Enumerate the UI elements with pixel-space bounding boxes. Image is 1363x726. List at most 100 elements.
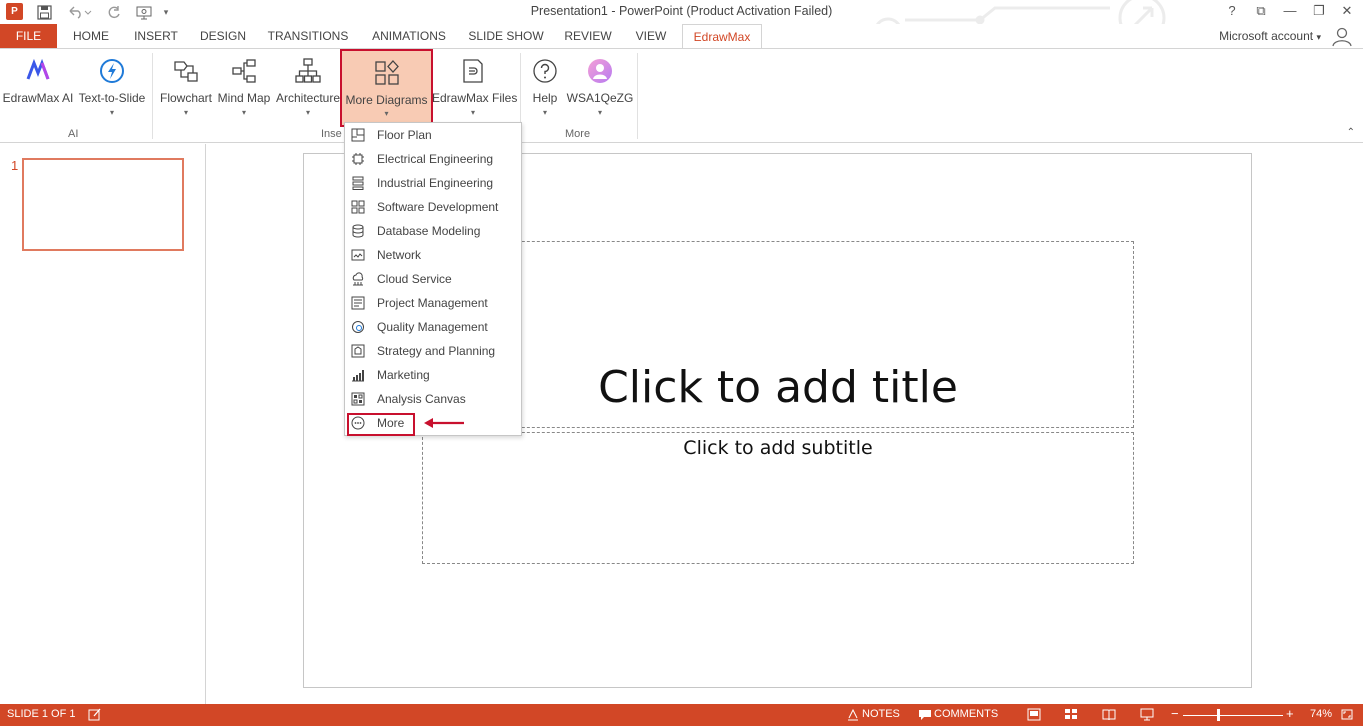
- minimize-button[interactable]: —: [1279, 2, 1301, 20]
- tab-transitions[interactable]: TRANSITIONS: [262, 24, 354, 48]
- text-to-slide-button[interactable]: Text-to-Slide ▾: [76, 53, 148, 123]
- tab-home[interactable]: HOME: [64, 24, 118, 48]
- tab-view[interactable]: VIEW: [627, 24, 675, 48]
- account-label: Microsoft account: [1219, 29, 1314, 43]
- avatar[interactable]: [1331, 27, 1353, 47]
- tab-edrawmax[interactable]: EdrawMax: [682, 24, 762, 49]
- maximize-button[interactable]: ❐: [1308, 2, 1330, 20]
- tab-animations[interactable]: ANIMATIONS: [363, 24, 455, 48]
- menu-item-software-development[interactable]: Software Development: [345, 195, 521, 219]
- edrawmax-ai-icon: [26, 58, 50, 80]
- lightning-icon: [100, 59, 124, 83]
- edrawmax-files-button[interactable]: EdrawMax Files ▾: [432, 53, 518, 123]
- collapse-ribbon-icon[interactable]: ⌃: [1347, 127, 1355, 138]
- slide-sorter-icon[interactable]: [1064, 708, 1078, 721]
- subtitle-placeholder-text: Click to add subtitle: [683, 437, 873, 459]
- zoom-level[interactable]: 74%: [1310, 708, 1332, 720]
- group-label-more: More: [565, 128, 591, 140]
- menu-item-label: Software Development: [377, 200, 499, 214]
- reading-view-icon[interactable]: [1102, 708, 1116, 721]
- slide-thumbnails-pane: 1: [0, 144, 206, 704]
- network-icon: [351, 249, 365, 261]
- tab-design[interactable]: DESIGN: [193, 24, 253, 48]
- group-divider: [152, 53, 153, 139]
- architecture-icon: [295, 58, 321, 83]
- flowchart-button[interactable]: Flowchart ▾: [157, 53, 215, 123]
- menu-item-label: Electrical Engineering: [377, 152, 494, 166]
- title-placeholder[interactable]: Click to add title: [422, 241, 1134, 428]
- menu-item-label: Industrial Engineering: [377, 176, 494, 190]
- normal-view-icon[interactable]: [1027, 708, 1041, 721]
- help-label: Help: [532, 91, 558, 105]
- menu-item-database-modeling[interactable]: Database Modeling: [345, 219, 521, 243]
- industrial-icon: [352, 176, 364, 190]
- chevron-down-icon: ▾: [470, 108, 475, 117]
- zoom-slider-handle[interactable]: [1217, 709, 1220, 721]
- menu-item-floor-plan[interactable]: Floor Plan: [345, 123, 521, 147]
- close-button[interactable]: ✕: [1336, 2, 1358, 20]
- more-diagrams-label: More Diagrams: [345, 93, 428, 107]
- tab-file[interactable]: FILE: [0, 24, 57, 48]
- mind-map-button[interactable]: Mind Map ▾: [215, 53, 273, 123]
- notes-edit-icon[interactable]: [88, 708, 102, 721]
- menu-item-marketing[interactable]: Marketing: [345, 363, 521, 387]
- slideshow-view-icon[interactable]: [1140, 708, 1154, 721]
- zoom-in-button[interactable]: +: [1286, 706, 1294, 721]
- fit-to-window-icon[interactable]: [1340, 708, 1354, 721]
- menu-item-label: Analysis Canvas: [377, 392, 466, 406]
- account-menu[interactable]: Microsoft account ▾: [1219, 29, 1321, 43]
- menu-item-quality-management[interactable]: Quality Management: [345, 315, 521, 339]
- chevron-down-icon: ▾: [183, 108, 188, 117]
- architecture-button[interactable]: Architecture ▾: [274, 53, 342, 123]
- chevron-down-icon: ▾: [241, 108, 246, 117]
- zoom-slider-track[interactable]: [1183, 715, 1283, 716]
- menu-item-strategy-and-planning[interactable]: Strategy and Planning: [345, 339, 521, 363]
- menu-item-label: Floor Plan: [377, 128, 432, 142]
- tab-review[interactable]: REVIEW: [558, 24, 618, 48]
- slide-thumbnail-number: 1: [11, 158, 19, 173]
- menu-item-project-management[interactable]: Project Management: [345, 291, 521, 315]
- edrawmax-files-label: EdrawMax Files: [432, 91, 518, 105]
- more-item-highlight: [347, 413, 415, 436]
- cloud-icon: [352, 272, 364, 286]
- menu-item-label: Quality Management: [377, 320, 488, 334]
- tab-slide-show[interactable]: SLIDE SHOW: [463, 24, 549, 48]
- tab-insert[interactable]: INSERT: [128, 24, 184, 48]
- title-bar: P ▾ Presentation1 - PowerPoint (Product …: [0, 0, 1363, 47]
- analysis-icon: [351, 392, 365, 406]
- group-divider: [637, 53, 638, 139]
- more-diagrams-icon: [374, 60, 399, 85]
- user-avatar-icon: [588, 59, 612, 83]
- chevron-down-icon: ▾: [597, 108, 602, 117]
- ribbon: EdrawMax AI Text-to-Slide ▾ AI Flowchart…: [0, 48, 1363, 143]
- menu-item-label: Marketing: [377, 368, 430, 382]
- help-button[interactable]: ?: [1221, 2, 1243, 20]
- zoom-out-button[interactable]: −: [1171, 706, 1179, 721]
- help-ribbon-button[interactable]: Help ▾: [526, 53, 564, 123]
- menu-item-network[interactable]: Network: [345, 243, 521, 267]
- menu-item-label: Project Management: [377, 296, 488, 310]
- edrawmax-ai-button[interactable]: EdrawMax AI: [2, 53, 74, 123]
- menu-item-cloud-service[interactable]: Cloud Service: [345, 267, 521, 291]
- slide-thumbnail[interactable]: [22, 158, 184, 251]
- more-diagrams-button[interactable]: More Diagrams ▾: [340, 49, 433, 127]
- menu-item-label: Strategy and Planning: [377, 344, 496, 358]
- menu-item-industrial-engineering[interactable]: Industrial Engineering: [345, 171, 521, 195]
- group-label-insert: Inse: [321, 128, 342, 140]
- chevron-down-icon: ▾: [109, 108, 114, 117]
- menu-item-electrical-engineering[interactable]: Electrical Engineering: [345, 147, 521, 171]
- more-diagrams-dropdown: Floor Plan Electrical Engineering Indust…: [344, 122, 522, 436]
- comments-button[interactable]: COMMENTS: [934, 708, 998, 720]
- user-account-button[interactable]: WSA1QeZG ▾: [566, 53, 634, 123]
- user-name-label: WSA1QeZG: [566, 91, 634, 105]
- ribbon-display-options-button[interactable]: ⧉: [1250, 2, 1272, 20]
- help-circle-icon: [533, 59, 557, 83]
- chevron-down-icon: ▾: [1316, 32, 1321, 42]
- menu-item-label: Database Modeling: [377, 224, 481, 238]
- subtitle-placeholder[interactable]: Click to add subtitle: [422, 432, 1134, 564]
- notes-button[interactable]: NOTES: [862, 708, 900, 720]
- edrawmax-ai-label: EdrawMax AI: [2, 91, 74, 105]
- menu-item-analysis-canvas[interactable]: Analysis Canvas: [345, 387, 521, 411]
- floor-plan-icon: [351, 128, 365, 142]
- project-icon: [351, 296, 365, 310]
